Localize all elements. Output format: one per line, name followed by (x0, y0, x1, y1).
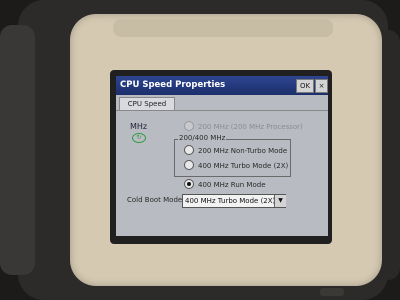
radio-button[interactable] (184, 121, 194, 131)
dialog-titlebar: CPU Speed Properties OK × (116, 76, 328, 95)
device-screen: CPU Speed Properties OK × CPU Speed MHz … (116, 76, 328, 236)
radio-label: 200 MHz (200 MHz Processor) (198, 123, 303, 131)
dialog-title: CPU Speed Properties (120, 80, 226, 90)
mhz-label: MHz (130, 122, 148, 131)
cold-boot-value: 400 MHz Turbo Mode (2X) (185, 197, 276, 205)
device-port (320, 288, 344, 296)
radio-400-turbo[interactable]: 400 MHz Turbo Mode (2X) (184, 160, 289, 172)
radio-200-non-turbo[interactable]: 200 MHz Non-Turbo Mode (184, 145, 288, 157)
radio-label: 200 MHz Non-Turbo Mode (198, 147, 288, 155)
speed-icon: ↻ (132, 133, 146, 143)
tab-cpu-speed[interactable]: CPU Speed (119, 97, 175, 111)
radio-button-selected[interactable] (184, 179, 194, 189)
radio-label: 400 MHz Turbo Mode (2X) (198, 162, 289, 170)
cold-boot-select[interactable]: 400 MHz Turbo Mode (2X) ▼ (182, 194, 286, 208)
radio-label: 400 MHz Run Mode (198, 181, 266, 189)
radio-400-run[interactable]: 400 MHz Run Mode (184, 179, 266, 191)
device-left-grip (0, 25, 35, 275)
cold-boot-label: Cold Boot Mode (127, 196, 183, 204)
bezel-top-strip (113, 19, 333, 37)
radio-button[interactable] (184, 145, 194, 155)
tab-divider (116, 110, 328, 111)
ok-button[interactable]: OK (296, 79, 314, 93)
radio-button[interactable] (184, 160, 194, 170)
close-button[interactable]: × (315, 79, 328, 93)
chevron-down-icon[interactable]: ▼ (274, 195, 286, 207)
radio-200-processor[interactable]: 200 MHz (200 MHz Processor) (184, 121, 303, 133)
group-label: 200/400 MHz (178, 134, 227, 143)
